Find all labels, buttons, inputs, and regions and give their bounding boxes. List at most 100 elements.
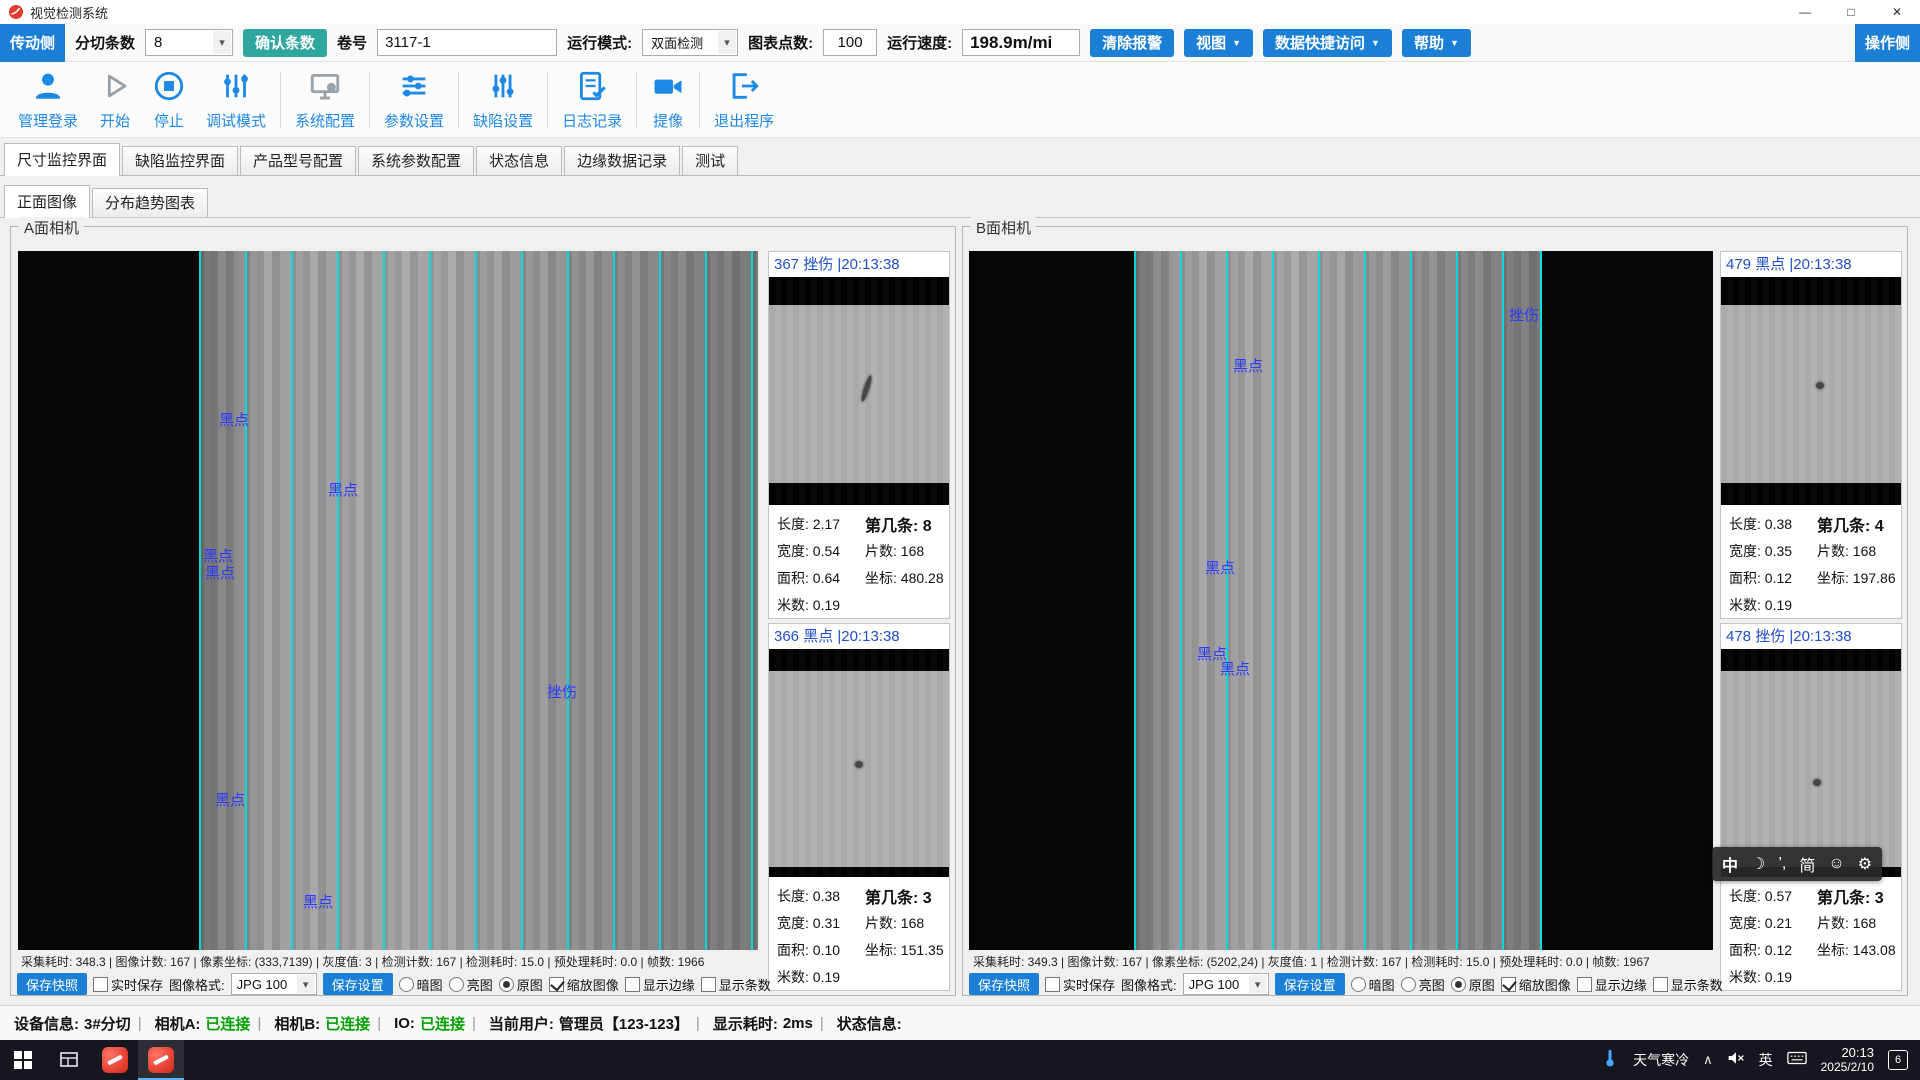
run-mode-select[interactable]: 双面检测 [642,29,738,56]
tray-expand-icon[interactable]: ∧ [1703,1052,1713,1068]
bright-image-radio-b[interactable]: 亮图 [1401,975,1445,994]
taskbar-clock[interactable]: 20:13 2025/2/10 [1821,1045,1874,1075]
main-tab-0[interactable]: 尺寸监控界面 [4,143,120,176]
save-settings-button-a[interactable]: 保存设置 [323,973,393,995]
titlebar: 视觉检测系统 — □ ✕ [0,0,1920,24]
defect-annotation: 黑点 [303,891,333,912]
tool-user[interactable]: 管理登录 [8,67,88,133]
tool-debug[interactable]: 调试模式 [196,67,276,133]
tool-stop[interactable]: 停止 [142,67,196,133]
panel-a-title: A面相机 [19,217,84,238]
acquisition-status-line-b: 采集耗时: 349.3 | 图像计数: 167 | 像素坐标: (5202,24… [973,953,1650,970]
save-settings-button-b[interactable]: 保存设置 [1275,973,1345,995]
tool-label: 调试模式 [206,110,266,131]
main-tab-4[interactable]: 状态信息 [476,146,562,175]
main-tab-2[interactable]: 产品型号配置 [240,146,356,175]
toolbar-divider [699,72,700,128]
main-tab-1[interactable]: 缺陷监控界面 [122,146,238,175]
tool-exit[interactable]: 退出程序 [704,67,784,133]
stat-cell: 第几条: 3 [1817,884,1897,908]
toolbar-divider [280,72,281,128]
defect-card-479[interactable]: 479 黑点 |20:13:38长度: 0.38第几条: 4宽度: 0.35片数… [1720,251,1902,619]
ime-mode-chinese[interactable]: 中 [1722,852,1738,876]
taskbar-app-icon-1[interactable] [92,1040,138,1080]
confirm-count-button[interactable]: 确认条数 [243,29,327,57]
sub-tab-1[interactable]: 分布趋势图表 [92,188,208,217]
maximize-button[interactable]: □ [1828,0,1874,24]
zoom-image-checkbox-a[interactable]: 缩放图像 [549,975,619,994]
volume-muted-icon[interactable] [1727,1049,1745,1072]
defect-stats: 长度: 2.17第几条: 8宽度: 0.54片数: 168面积: 0.64坐标:… [769,505,949,618]
show-edge-checkbox-b[interactable]: 显示边缘 [1577,975,1647,994]
zoom-image-checkbox-b[interactable]: 缩放图像 [1501,975,1571,994]
minimize-button[interactable]: — [1782,0,1828,24]
ime-language-indicator[interactable]: 英 [1759,1050,1773,1070]
checkbox-label: 实时保存 [1063,975,1115,994]
operate-side-button[interactable]: 操作侧 [1855,24,1920,62]
original-image-radio-a[interactable]: 原图 [499,975,543,994]
weather-text[interactable]: 天气寒冷 [1633,1050,1689,1070]
save-snapshot-button-b[interactable]: 保存快照 [969,973,1039,995]
realtime-save-checkbox-b[interactable]: 实时保存 [1045,975,1115,994]
bright-image-radio-a[interactable]: 亮图 [449,975,493,994]
ime-halfwidth-moon-icon[interactable]: ☽ [1751,854,1765,874]
ime-settings-gear-icon[interactable]: ⚙ [1858,854,1872,874]
sub-tab-0[interactable]: 正面图像 [4,185,90,218]
tool-system-config[interactable]: 系统配置 [285,67,365,133]
save-snapshot-button-a[interactable]: 保存快照 [17,973,87,995]
stop-icon [152,69,186,108]
notification-badge[interactable]: 6 [1888,1050,1908,1070]
debug-icon [219,69,253,108]
ime-emoji-icon[interactable]: ☺ [1828,855,1844,873]
main-tabs: 尺寸监控界面缺陷监控界面产品型号配置系统参数配置状态信息边缘数据记录测试 [0,138,1920,176]
checkbox-box [625,977,640,992]
dark-image-radio-b[interactable]: 暗图 [1351,975,1395,994]
main-tab-3[interactable]: 系统参数配置 [358,146,474,175]
tool-capture[interactable]: 提像 [641,67,695,133]
tool-play[interactable]: 开始 [88,67,142,133]
sub-tabs: 正面图像分布趋势图表 [0,176,1920,218]
window-title: 视觉检测系统 [30,3,108,22]
image-format-select-a[interactable]: JPG 100 [231,973,317,995]
split-count-select[interactable]: 8 [145,29,233,56]
dark-image-radio-a[interactable]: 暗图 [399,975,443,994]
radio-label: 暗图 [417,975,443,994]
show-count-checkbox-b[interactable]: 显示条数 [1653,975,1723,994]
exit-icon [727,69,761,108]
taskbar: 天气寒冷 ∧ 英 20:13 2025/2/10 6 [0,1040,1920,1080]
roll-number-input[interactable]: 3117-1 [377,29,557,56]
start-button[interactable] [0,1040,46,1080]
image-format-select-b[interactable]: JPG 100 [1183,973,1269,995]
help-menu-button[interactable]: 帮助 [1402,29,1471,57]
drive-side-button[interactable]: 传动侧 [0,24,65,62]
realtime-save-checkbox-a[interactable]: 实时保存 [93,975,163,994]
ime-simplified-toggle[interactable]: 简 [1799,852,1815,876]
log-icon [575,69,609,108]
main-tab-5[interactable]: 边缘数据记录 [564,146,680,175]
defect-annotation: 黑点 [1205,557,1235,578]
main-tab-6[interactable]: 测试 [682,146,738,175]
defect-card-366[interactable]: 366 黑点 |20:13:38长度: 0.38第几条: 3宽度: 0.31片数… [768,623,950,991]
defect-card-367[interactable]: 367 挫伤 |20:13:38长度: 2.17第几条: 8宽度: 0.54片数… [768,251,950,619]
clear-alarm-button[interactable]: 清除报警 [1090,29,1174,57]
close-button[interactable]: ✕ [1874,0,1920,24]
chart-points-input[interactable]: 100 [823,29,877,56]
view-menu-button[interactable]: 视图 [1184,29,1253,57]
tool-label: 日志记录 [562,110,622,131]
ime-punctuation-icon[interactable]: ’, [1778,855,1786,873]
clock-date: 2025/2/10 [1821,1060,1874,1075]
image-format-label: 图像格式: [169,975,225,994]
show-edge-checkbox-a[interactable]: 显示边缘 [625,975,695,994]
checkbox-label: 显示条数 [719,975,771,994]
tool-param-settings[interactable]: 参数设置 [374,67,454,133]
tool-log[interactable]: 日志记录 [552,67,632,133]
original-image-radio-b[interactable]: 原图 [1451,975,1495,994]
task-view-button[interactable] [46,1040,92,1080]
tool-defect-settings[interactable]: 缺陷设置 [463,67,543,133]
keyboard-icon[interactable] [1787,1050,1807,1071]
data-shortcut-menu-button[interactable]: 数据快捷访问 [1263,29,1392,57]
taskbar-app-icon-2-active[interactable] [138,1040,184,1080]
radio-circle [1401,977,1416,992]
show-count-checkbox-a[interactable]: 显示条数 [701,975,771,994]
defect-card-478[interactable]: 478 挫伤 |20:13:38长度: 0.57第几条: 3宽度: 0.21片数… [1720,623,1902,991]
